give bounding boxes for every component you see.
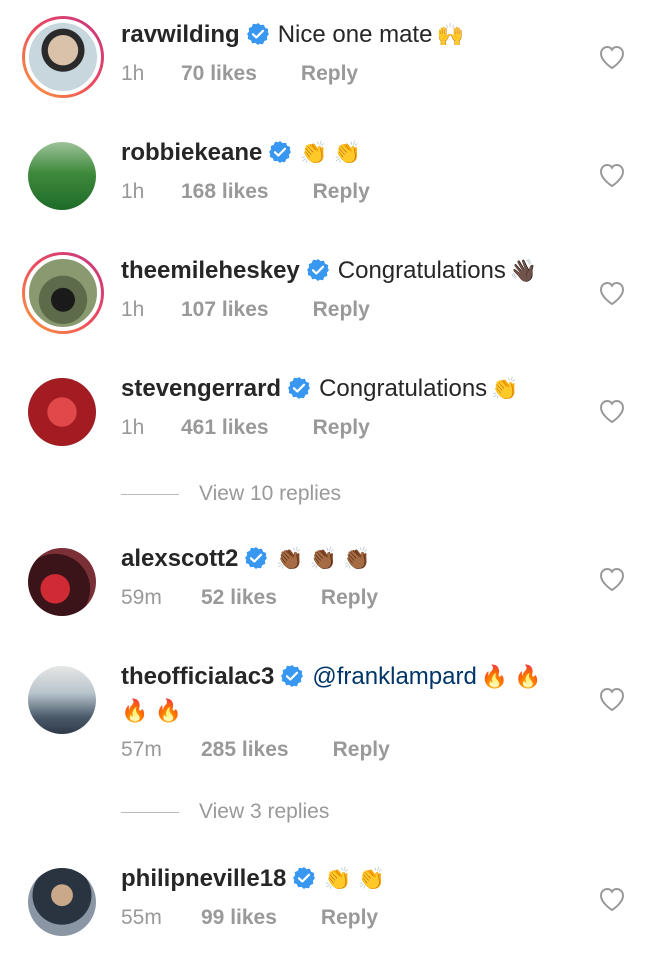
likes-count[interactable]: 168 likes	[181, 180, 269, 204]
comment-time: 1h	[121, 180, 145, 203]
avatar-wrap[interactable]	[28, 548, 96, 616]
comment-line-continued: 🔥 🔥	[121, 694, 581, 728]
comment-text: Nice one mate	[277, 21, 433, 48]
divider-line	[121, 811, 179, 813]
likes-count[interactable]: 99 likes	[201, 906, 277, 930]
likes-count[interactable]: 461 likes	[181, 416, 269, 440]
likes-count[interactable]: 285 likes	[201, 738, 289, 762]
divider-line	[121, 493, 179, 495]
reply-button[interactable]: Reply	[313, 416, 370, 440]
username[interactable]: theofficialac3	[121, 663, 274, 690]
username[interactable]: robbiekeane	[121, 139, 262, 166]
comment-emoji: 🔥 🔥	[480, 664, 542, 689]
comment-text: Congratulations	[337, 257, 506, 284]
likes-count[interactable]: 52 likes	[201, 586, 277, 610]
avatar[interactable]	[28, 142, 96, 210]
mention-link[interactable]: @franklampard	[312, 663, 476, 690]
avatar-story-ring[interactable]	[22, 16, 104, 98]
comment-time: 59m	[121, 586, 162, 609]
comment-line: robbiekeane 👏 👏	[121, 136, 581, 170]
comment-line: alexscott2 👏🏾 👏🏾 👏🏾	[121, 542, 581, 576]
likes-count[interactable]: 70 likes	[181, 62, 257, 86]
heart-outline-icon[interactable]	[598, 280, 626, 306]
verified-badge-icon	[245, 547, 268, 569]
reply-button[interactable]: Reply	[313, 180, 370, 204]
comment-meta: 57m 285 likes Reply	[121, 738, 581, 762]
comment-time: 55m	[121, 906, 162, 929]
verified-badge-icon	[288, 377, 311, 399]
username[interactable]: philipneville18	[121, 865, 286, 892]
comment-emoji: 👏🏾 👏🏾 👏🏾	[276, 546, 371, 571]
comment-meta: 1h 461 likes Reply	[121, 416, 581, 440]
avatar[interactable]	[25, 255, 101, 331]
avatar-story-ring[interactable]	[22, 252, 104, 334]
view-replies-label[interactable]: View 10 replies	[199, 482, 341, 505]
comment-line: philipneville18 👏 👏	[121, 862, 581, 896]
comment-emoji: 🙌	[436, 22, 464, 47]
username[interactable]: alexscott2	[121, 545, 238, 572]
avatar[interactable]	[28, 666, 96, 734]
avatar-wrap[interactable]	[28, 378, 96, 446]
comment-emoji: 🔥 🔥	[121, 698, 182, 723]
comment-meta: 1h 107 likes Reply	[121, 298, 581, 322]
reply-button[interactable]: Reply	[321, 906, 378, 930]
view-replies-button[interactable]: View 10 replies	[121, 482, 341, 506]
avatar[interactable]	[28, 378, 96, 446]
verified-badge-icon	[293, 867, 316, 889]
verified-badge-icon	[281, 665, 304, 687]
heart-outline-icon[interactable]	[598, 398, 626, 424]
verified-badge-icon	[306, 259, 329, 281]
likes-count[interactable]: 107 likes	[181, 298, 269, 322]
comment-time: 57m	[121, 738, 162, 761]
avatar[interactable]	[28, 868, 96, 936]
reply-button[interactable]: Reply	[301, 62, 358, 86]
comment-time: 1h	[121, 416, 145, 439]
comment-meta: 59m 52 likes Reply	[121, 586, 581, 610]
username[interactable]: ravwilding	[121, 21, 240, 48]
comment-emoji: 👏 👏	[300, 140, 362, 165]
comment-emoji: 👏 👏	[324, 866, 386, 891]
comment-emoji: 👋🏿	[509, 258, 538, 283]
comment-meta: 1h 70 likes Reply	[121, 62, 581, 86]
comment-time: 1h	[121, 62, 145, 85]
heart-outline-icon[interactable]	[598, 686, 626, 712]
avatar-wrap[interactable]	[28, 666, 96, 734]
comment-meta: 1h 168 likes Reply	[121, 180, 581, 204]
reply-button[interactable]: Reply	[333, 738, 390, 762]
avatar[interactable]	[28, 548, 96, 616]
heart-outline-icon[interactable]	[598, 44, 626, 70]
username[interactable]: stevengerrard	[121, 375, 281, 402]
comment-text: Congratulations	[319, 375, 488, 402]
comment-line: ravwilding Nice one mate 🙌	[121, 18, 581, 52]
reply-button[interactable]: Reply	[313, 298, 370, 322]
verified-badge-icon	[246, 23, 269, 45]
username[interactable]: theemileheskey	[121, 257, 300, 284]
comment-line: theemileheskey Congratulations 👋🏿	[121, 254, 581, 288]
heart-outline-icon[interactable]	[598, 566, 626, 592]
avatar-wrap[interactable]	[28, 142, 96, 210]
view-replies-button[interactable]: View 3 replies	[121, 800, 329, 824]
avatar-wrap[interactable]	[28, 868, 96, 936]
heart-outline-icon[interactable]	[598, 886, 626, 912]
comment-emoji: 👏	[491, 376, 519, 401]
heart-outline-icon[interactable]	[598, 162, 626, 188]
reply-button[interactable]: Reply	[321, 586, 378, 610]
comment-line: stevengerrard Congratulations 👏	[121, 372, 581, 406]
comment-time: 1h	[121, 298, 145, 321]
verified-badge-icon	[269, 141, 292, 163]
view-replies-label[interactable]: View 3 replies	[199, 800, 329, 823]
comment-line: theofficialac3 @franklampard 🔥 🔥	[121, 660, 581, 694]
comment-meta: 55m 99 likes Reply	[121, 906, 581, 930]
avatar[interactable]	[25, 19, 101, 95]
